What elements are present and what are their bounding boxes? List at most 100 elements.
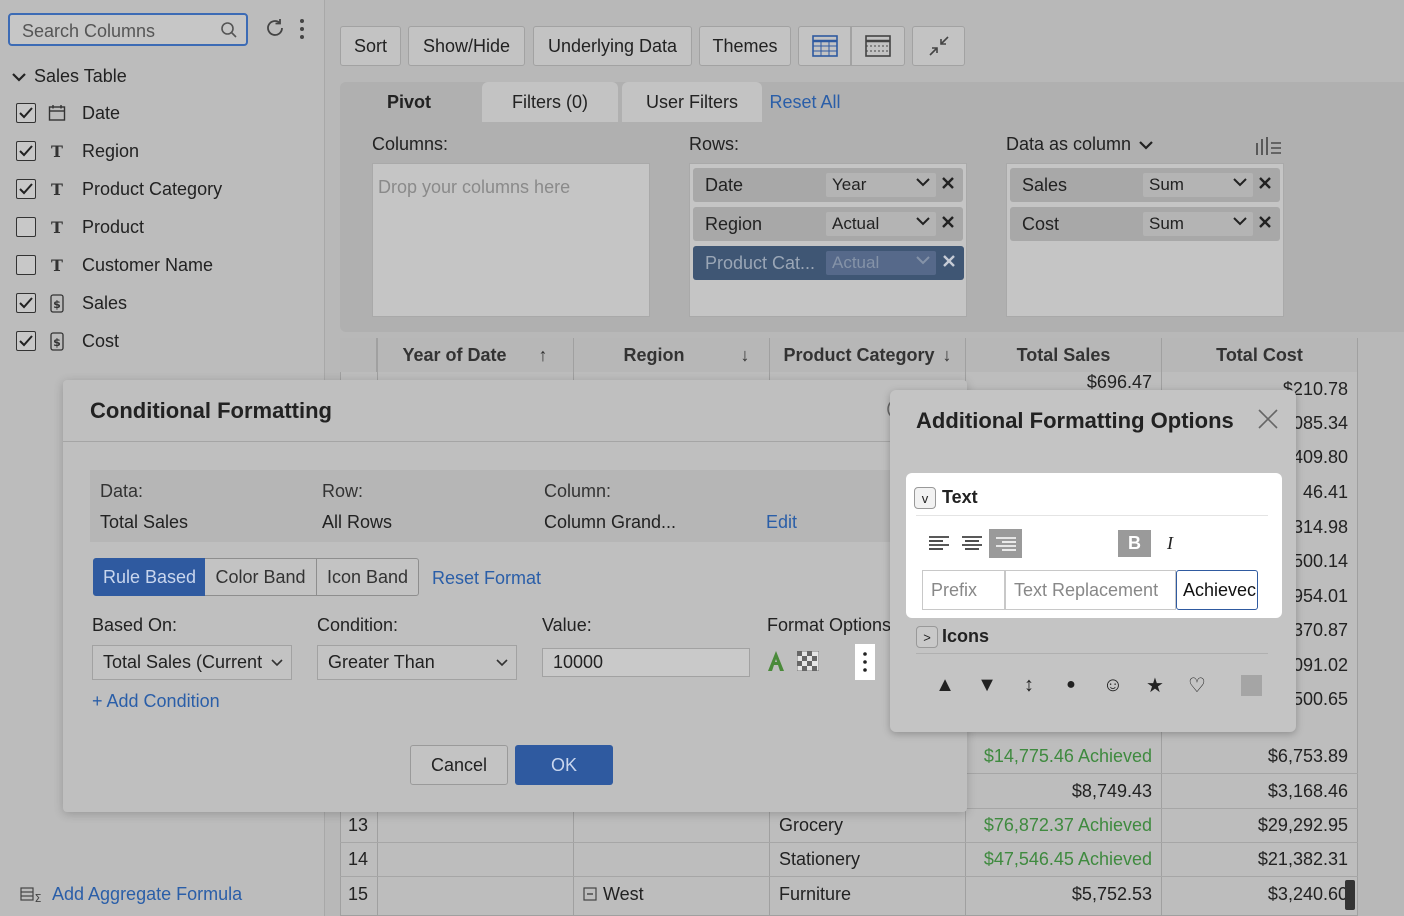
partial-sales-cell: $696.47 [1086, 372, 1152, 392]
sort-descending-icon[interactable]: ↓ [741, 345, 750, 366]
icons-section-toggle[interactable]: > [916, 626, 938, 648]
suffix-input[interactable]: Achievec [1176, 570, 1258, 610]
edit-link[interactable]: Edit [766, 512, 797, 533]
tab-pivot[interactable]: Pivot [340, 82, 478, 122]
field-item-sales[interactable]: $ Sales [16, 290, 127, 316]
columns-drop-zone[interactable]: Drop your columns here [372, 163, 650, 317]
header-total-cost[interactable]: Total Cost [1162, 338, 1358, 372]
data-as-column-dropdown[interactable]: Data as column [1006, 134, 1153, 155]
mode-rule-based[interactable]: Rule Based [93, 558, 206, 596]
remove-icon[interactable] [941, 215, 955, 229]
text-section-toggle[interactable]: v [914, 487, 936, 509]
field-item-customer-name[interactable]: T Customer Name [16, 252, 213, 278]
cost-cell: $29,292.95 [1257, 814, 1348, 835]
checkbox-checked[interactable] [16, 331, 36, 351]
field-label: Date [82, 102, 121, 123]
field-item-product[interactable]: T Product [16, 214, 144, 240]
checkbox-unchecked[interactable] [16, 255, 36, 275]
remove-icon[interactable] [1258, 215, 1272, 229]
triangle-up-icon[interactable]: ▲ [933, 672, 957, 698]
text-type-icon: T [51, 255, 63, 275]
data-as-column-label: Data as column [1006, 134, 1132, 154]
sort-descending-icon[interactable]: ↓ [943, 345, 952, 366]
mode-color-band[interactable]: Color Band [205, 558, 317, 596]
row-chip-date[interactable]: Date Year [693, 168, 963, 202]
header-region[interactable]: Region ↓ [574, 338, 770, 372]
condition-select[interactable]: Greater Than [317, 645, 517, 680]
icon-color-swatch[interactable] [1241, 675, 1262, 696]
triangle-down-icon[interactable]: ▼ [975, 672, 999, 698]
refresh-icon[interactable] [264, 17, 286, 39]
chip-aggregation-select[interactable]: Actual [826, 212, 936, 236]
smiley-icon[interactable]: ☺ [1101, 672, 1125, 698]
row-chip-region[interactable]: Region Actual [693, 207, 963, 241]
bold-toggle[interactable]: B [1118, 530, 1151, 557]
background-color-icon[interactable] [797, 651, 819, 671]
field-item-date[interactable]: Date [16, 100, 120, 126]
sort-button[interactable]: Sort [340, 26, 401, 66]
remove-icon[interactable] [1258, 176, 1272, 190]
checkbox-checked[interactable] [16, 293, 36, 313]
add-aggregate-formula-link[interactable]: Σ Add Aggregate Formula [20, 884, 242, 905]
sort-ascending-icon[interactable]: ↑ [539, 345, 548, 366]
close-icon[interactable] [1256, 407, 1280, 431]
add-condition-link[interactable]: + Add Condition [92, 691, 220, 712]
italic-toggle[interactable]: I [1160, 530, 1180, 557]
header-year-of-date[interactable]: Year of Date ↑ [377, 338, 574, 372]
checkbox-checked[interactable] [16, 103, 36, 123]
font-color-icon[interactable] [766, 650, 786, 672]
align-center-icon[interactable] [959, 532, 985, 554]
search-columns-input[interactable]: Search Columns [8, 13, 248, 46]
remove-icon[interactable] [941, 176, 955, 190]
text-replacement-input[interactable]: Text Replacement [1005, 570, 1176, 610]
data-chip-cost[interactable]: Cost Sum [1010, 207, 1280, 241]
chip-aggregation-select[interactable]: Actual [826, 251, 936, 275]
remove-icon[interactable] [942, 254, 956, 268]
field-label: Product [82, 216, 145, 237]
circle-icon[interactable]: ● [1059, 672, 1083, 698]
checkbox-checked[interactable] [16, 141, 36, 161]
checkbox-checked[interactable] [16, 179, 36, 199]
align-left-icon[interactable] [926, 532, 952, 554]
header-total-sales[interactable]: Total Sales [966, 338, 1162, 372]
based-on-select[interactable]: Total Sales (Current [92, 645, 292, 680]
reset-all-link[interactable]: Reset All [766, 82, 844, 122]
up-down-arrow-icon[interactable]: ↕ [1017, 672, 1041, 698]
collapse-group-icon[interactable] [583, 887, 597, 901]
show-hide-button[interactable]: Show/Hide [408, 26, 525, 66]
reset-format-link[interactable]: Reset Format [432, 568, 541, 589]
row-chip-product-category[interactable]: Product Cat... Actual [693, 246, 964, 280]
data-chip-sales[interactable]: Sales Sum [1010, 168, 1280, 202]
value-input[interactable]: 10000 [542, 648, 750, 677]
field-item-cost[interactable]: $ Cost [16, 328, 119, 354]
checkbox-unchecked[interactable] [16, 217, 36, 237]
collapse-button[interactable] [912, 26, 965, 66]
compact-view-button[interactable] [851, 26, 905, 66]
chevron-down-icon [916, 217, 930, 226]
tab-user-filters[interactable]: User Filters [622, 82, 762, 122]
field-item-product-category[interactable]: T Product Category [16, 176, 222, 202]
table-view-button[interactable] [798, 26, 851, 66]
underlying-data-button[interactable]: Underlying Data [533, 26, 692, 66]
tab-filters[interactable]: Filters (0) [482, 82, 618, 122]
mode-icon-band[interactable]: Icon Band [316, 558, 419, 596]
star-icon[interactable]: ★ [1143, 672, 1167, 698]
table-tree-header[interactable]: Sales Table [12, 66, 127, 87]
chip-name: Sales [1022, 174, 1068, 195]
field-item-region[interactable]: T Region [16, 138, 139, 164]
prefix-input[interactable]: Prefix [922, 570, 1005, 610]
chart-settings-icon[interactable] [1255, 135, 1283, 157]
themes-button[interactable]: Themes [699, 26, 791, 66]
chip-aggregation-select[interactable]: Sum [1143, 173, 1253, 197]
more-options-icon[interactable] [296, 17, 308, 41]
ok-button[interactable]: OK [515, 745, 613, 785]
cancel-button[interactable]: Cancel [410, 745, 508, 785]
align-right-button[interactable] [989, 529, 1022, 558]
scrollbar-handle[interactable] [1345, 880, 1355, 910]
header-product-category[interactable]: Product Category ↓ [770, 338, 966, 372]
currency-icon: $ [46, 330, 68, 352]
chip-aggregation-select[interactable]: Sum [1143, 212, 1253, 236]
chip-aggregation-select[interactable]: Year [826, 173, 936, 197]
more-format-options-button[interactable] [855, 644, 875, 680]
heart-icon[interactable]: ♡ [1185, 672, 1209, 698]
